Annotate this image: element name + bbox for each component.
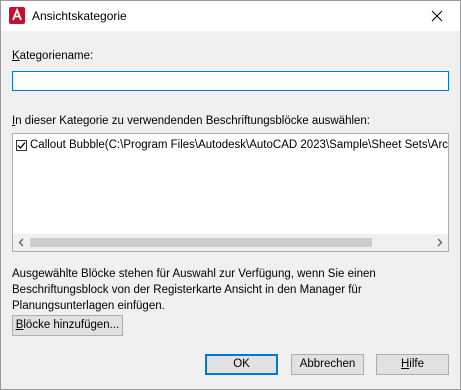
block-checkbox[interactable]: [16, 139, 27, 151]
horizontal-scrollbar[interactable]: [13, 234, 448, 251]
list-item[interactable]: Callout Bubble(C:\Program Files\Autodesk…: [16, 137, 449, 153]
category-name-label: Kategoriename:: [12, 50, 94, 62]
dialog-title: Ansichtskategorie: [32, 9, 127, 23]
ok-button[interactable]: OK: [205, 354, 278, 375]
blocks-list[interactable]: Callout Bubble(C:\Program Files\Autodesk…: [12, 133, 449, 252]
chevron-right-icon: [437, 238, 443, 247]
help-button[interactable]: Hilfe: [376, 354, 449, 375]
add-blocks-button[interactable]: Blöcke hinzufügen...: [12, 315, 123, 336]
help-label: Hilfe: [400, 358, 424, 370]
blocks-label: In dieser Kategorie zu verwendenden Besc…: [12, 115, 371, 127]
chevron-left-icon: [18, 238, 24, 247]
add-blocks-label: Blöcke hinzufügen...: [15, 319, 120, 331]
checkmark-icon: [17, 141, 26, 149]
cancel-button[interactable]: Abbrechen: [291, 354, 364, 375]
dialog-window: Ansichtskategorie Kategoriename: In dies…: [0, 0, 461, 390]
close-icon: [431, 10, 443, 22]
category-name-input[interactable]: [12, 71, 449, 91]
close-button[interactable]: [414, 1, 460, 31]
block-path-text: Callout Bubble(C:\Program Files\Autodesk…: [30, 139, 449, 151]
scroll-left-button[interactable]: [13, 234, 30, 251]
info-text: Ausgewählte Blöcke stehen für Auswahl zu…: [12, 268, 376, 312]
scroll-thumb[interactable]: [30, 238, 372, 247]
autocad-app-icon: [9, 7, 25, 24]
scroll-right-button[interactable]: [431, 234, 448, 251]
title-bar[interactable]: Ansichtskategorie: [1, 1, 460, 31]
